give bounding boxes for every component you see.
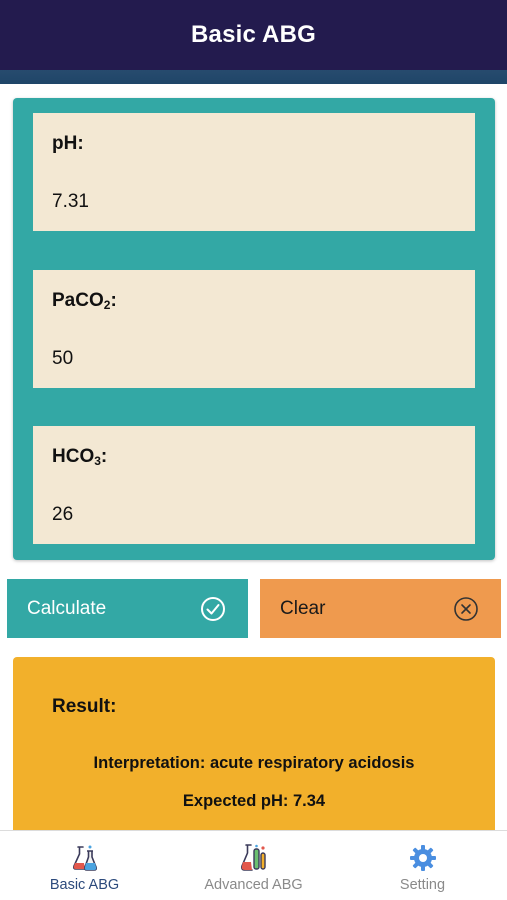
- page-title: Basic ABG: [191, 21, 316, 48]
- ph-label: pH:: [52, 133, 84, 154]
- paco2-field[interactable]: PaCO2: 50: [33, 270, 475, 388]
- hco3-field[interactable]: HCO3: 26: [33, 426, 475, 544]
- tab-setting[interactable]: Setting: [338, 831, 507, 900]
- header-divider: [0, 70, 507, 84]
- gear-icon: [408, 843, 438, 873]
- tab-label: Basic ABG: [49, 877, 120, 893]
- ph-value[interactable]: 7.31: [52, 191, 89, 213]
- flask-icon: [70, 843, 100, 873]
- paco2-value[interactable]: 50: [52, 348, 73, 370]
- paco2-label: PaCO2:: [52, 290, 117, 312]
- ph-field[interactable]: pH: 7.31: [33, 113, 475, 231]
- hco3-label: HCO3:: [52, 446, 108, 468]
- check-circle-icon: [200, 596, 226, 622]
- result-card: Result: Interpretation: acute respirator…: [13, 657, 495, 857]
- app-header: Basic ABG: [0, 0, 507, 70]
- clear-label: Clear: [280, 597, 326, 619]
- hco3-value[interactable]: 26: [52, 504, 73, 526]
- clear-button[interactable]: Clear: [260, 579, 501, 638]
- result-interpretation: Interpretation: acute respiratory acidos…: [93, 754, 415, 772]
- result-title: Result:: [52, 696, 117, 717]
- lab-flasks-icon: [239, 843, 269, 873]
- calculate-button[interactable]: Calculate: [7, 579, 248, 638]
- calculate-label: Calculate: [27, 597, 107, 619]
- tab-label: Advanced ABG: [204, 877, 303, 893]
- tab-bar: Basic ABG Advanced ABG Setting: [0, 830, 507, 900]
- result-expected-ph: Expected pH: 7.34: [182, 792, 326, 810]
- tab-advanced-abg[interactable]: Advanced ABG: [169, 831, 338, 900]
- x-circle-icon: [453, 596, 479, 622]
- inputs-card: pH: 7.31 PaCO2: 50 HCO3: 26: [13, 98, 495, 560]
- tab-label: Setting: [399, 877, 446, 893]
- tab-basic-abg[interactable]: Basic ABG: [0, 831, 169, 900]
